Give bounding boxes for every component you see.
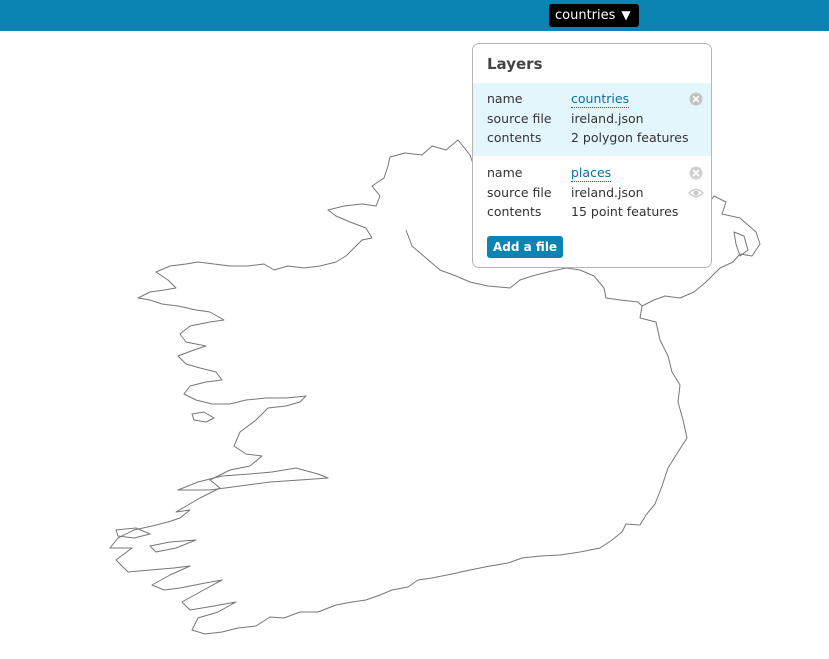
top-bar: countries ▼ [0, 0, 829, 31]
field-label: source file [487, 110, 552, 126]
close-icon[interactable] [689, 166, 703, 180]
layer-source-value: ireland.json [571, 184, 644, 200]
layer-name-link[interactable]: countries [571, 91, 630, 108]
field-label: source file [487, 184, 552, 200]
field-label: name [487, 165, 523, 180]
close-icon[interactable] [689, 92, 703, 106]
layer-name-row: name places [487, 163, 697, 183]
eye-icon[interactable] [688, 186, 704, 200]
layer-contents-row: contents 15 point features [487, 202, 697, 222]
add-file-button[interactable]: Add a file [487, 236, 564, 258]
island-shape [733, 231, 749, 257]
caret-down-icon: ▼ [621, 8, 631, 22]
layer-source-value: ireland.json [571, 110, 644, 126]
layer-item-countries[interactable]: name countries source file ireland.json … [473, 83, 711, 156]
layer-source-row: source file ireland.json [487, 109, 697, 129]
island-shape [115, 527, 151, 539]
selected-layer-label: countries [555, 8, 616, 23]
field-label: name [487, 91, 523, 106]
island-shape [177, 467, 329, 491]
island-shape [191, 411, 215, 423]
field-label: contents [487, 130, 542, 145]
layer-name-link[interactable]: places [571, 165, 612, 182]
island-shape [149, 539, 197, 553]
layer-contents-row: contents 2 polygon features [487, 128, 697, 148]
layer-select-dropdown[interactable]: countries ▼ [549, 4, 639, 27]
layer-item-places[interactable]: name places source file ireland.json con… [473, 157, 711, 262]
layer-source-row: source file ireland.json [487, 183, 697, 203]
layer-contents-value: 2 polygon features [571, 130, 689, 145]
layers-panel: Layers name countries source file irelan… [472, 43, 712, 268]
layer-name-row: name countries [487, 89, 697, 109]
layers-panel-title: Layers [487, 55, 543, 73]
field-label: contents [487, 204, 542, 219]
layer-contents-value: 15 point features [571, 204, 679, 219]
